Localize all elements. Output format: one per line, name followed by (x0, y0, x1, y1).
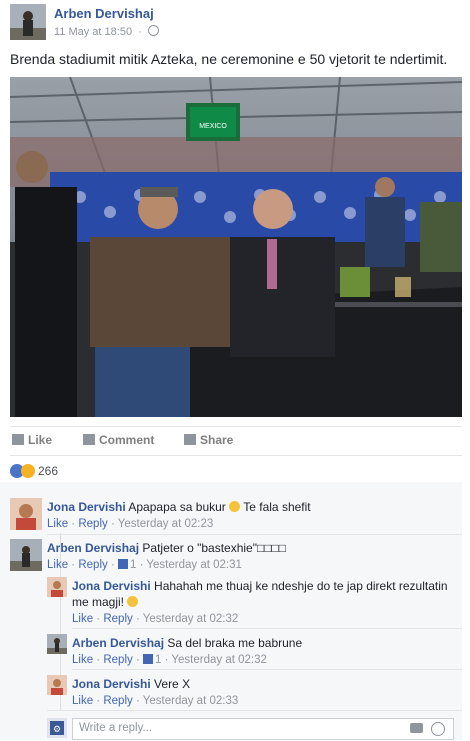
share-icon (184, 434, 196, 445)
replier-avatar[interactable] (47, 577, 67, 597)
post-timestamp[interactable]: 11 May at 18:50 (54, 26, 132, 38)
like-thumb-icon (142, 654, 153, 664)
comment-reply-link[interactable]: Reply (78, 559, 107, 571)
comment-like-link[interactable]: Like (47, 559, 68, 571)
comment-text: Patjeter o "bastexhie"□□□□ (142, 541, 286, 555)
comment-text: Apapapa sa bukur (128, 500, 226, 514)
post-text: Brenda stadiumit mitik Azteka, ne ceremo… (10, 51, 448, 67)
reply-body: Jona Dervishi Hahahah me thuaj ke ndeshj… (72, 579, 448, 593)
comment-time[interactable]: Yesterday at 02:31 (146, 559, 241, 571)
smiley-emoji-icon (229, 501, 241, 512)
post-photo[interactable]: MEXICO (10, 77, 462, 417)
reply-actions: Like · Reply · Yesterday at 02:32 (72, 613, 239, 625)
reply-actions: Like · Reply · 1 · Yesterday at 02:32 (72, 654, 267, 666)
reply-text: Sa del braka me babrune (167, 636, 303, 650)
author-avatar[interactable] (10, 4, 46, 40)
replier-name[interactable]: Jona Dervishi (72, 677, 151, 691)
reply-like-link[interactable]: Like (72, 613, 93, 625)
reply-composer[interactable] (72, 718, 454, 740)
reply-reply-link[interactable]: Reply (103, 695, 132, 707)
like-button[interactable]: Like (12, 433, 52, 447)
svg-text:⚙: ⚙ (53, 724, 61, 734)
reaction-count: 266 (38, 464, 59, 478)
reply-reply-link[interactable]: Reply (103, 613, 132, 625)
reply-time[interactable]: Yesterday at 02:32 (143, 613, 238, 625)
emoji-picker-icon[interactable] (431, 722, 445, 736)
current-user-avatar: ⚙ (47, 718, 67, 738)
screen-text: MEXICO (199, 123, 227, 130)
comment-time[interactable]: Yesterday at 02:23 (118, 518, 213, 530)
author-name[interactable]: Arben Dervishaj (54, 6, 154, 21)
comment-actions: Like · Reply · 1 · Yesterday at 02:31 (47, 559, 242, 571)
wow-reaction-icon (21, 464, 35, 478)
like-thumb-icon (117, 559, 128, 569)
reply-like-link[interactable]: Like (72, 654, 93, 666)
share-button[interactable]: Share (184, 433, 233, 447)
reply-text-line2: me magji! (72, 595, 125, 609)
thumbs-up-icon (12, 434, 24, 445)
reply-body-line2: me magji! (72, 595, 139, 609)
reply-body: Jona Dervishi Vere X (72, 677, 190, 691)
comment-reply-link[interactable]: Reply (78, 518, 107, 530)
commenter-avatar[interactable] (10, 498, 42, 530)
reply-time[interactable]: Yesterday at 02:33 (143, 695, 238, 707)
reply-text: Hahahah me thuaj ke ndeshje do te jap di… (154, 579, 448, 593)
replier-avatar[interactable] (47, 675, 67, 695)
reply-reply-link[interactable]: Reply (103, 654, 132, 666)
reply-time[interactable]: Yesterday at 02:32 (171, 654, 266, 666)
reply-like-count[interactable]: 1 (155, 654, 161, 666)
facebook-post: Arben Dervishaj 11 May at 18:50 · Brenda… (0, 0, 470, 740)
comment-like-link[interactable]: Like (47, 518, 68, 530)
replier-avatar[interactable] (47, 634, 67, 654)
comment-actions: Like · Reply · Yesterday at 02:23 (47, 518, 214, 530)
laughing-emoji-icon (127, 596, 139, 607)
reactions-summary[interactable]: 266 (10, 464, 58, 478)
comment-body: Arben Dervishaj Patjeter o "bastexhie"□□… (47, 541, 286, 555)
comment-icon (83, 434, 95, 445)
divider (47, 534, 462, 535)
comment-like-count[interactable]: 1 (130, 559, 136, 571)
reply-input[interactable] (73, 719, 385, 737)
commenter-name[interactable]: Arben Dervishaj (47, 541, 139, 555)
comment-button[interactable]: Comment (83, 433, 154, 447)
divider (72, 628, 462, 629)
reply-actions: Like · Reply · Yesterday at 02:33 (72, 695, 239, 707)
globe-icon[interactable] (147, 25, 159, 36)
camera-icon[interactable] (410, 723, 423, 733)
comment-text-2: Te fala shefit (243, 500, 311, 514)
comment-body: Jona Dervishi Apapapa sa bukur Te fala s… (47, 500, 311, 514)
replier-name[interactable]: Jona Dervishi (72, 579, 151, 593)
reply-text: Vere X (154, 677, 191, 691)
reply-body: Arben Dervishaj Sa del braka me babrune (72, 636, 302, 650)
post-actions-bar: Like Comment Share (10, 426, 462, 456)
post-meta: 11 May at 18:50 · (54, 25, 159, 38)
divider (72, 669, 462, 670)
divider (47, 710, 462, 711)
commenter-name[interactable]: Jona Dervishi (47, 500, 126, 514)
commenter-avatar[interactable] (10, 539, 42, 571)
reply-like-link[interactable]: Like (72, 695, 93, 707)
replier-name[interactable]: Arben Dervishaj (72, 636, 164, 650)
